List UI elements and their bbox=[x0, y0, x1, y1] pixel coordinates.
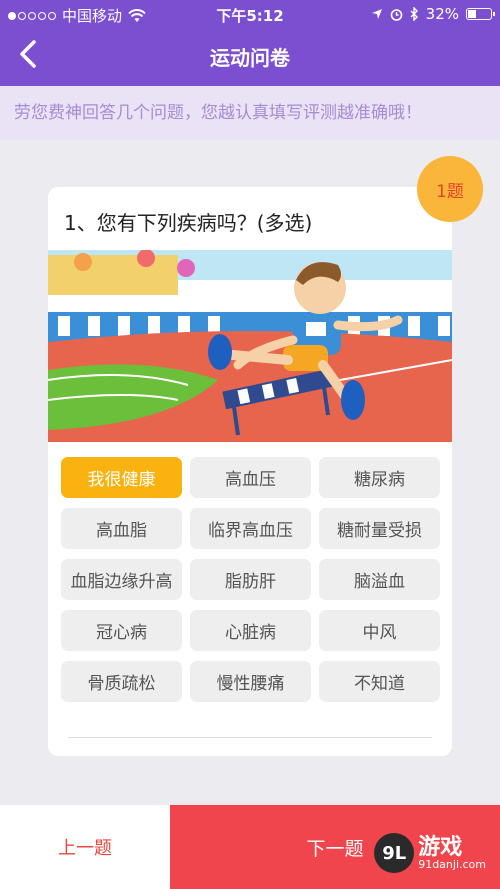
battery-percent: 32% bbox=[425, 5, 459, 23]
option-impaired-glucose-tolerance[interactable]: 糖耐量受损 bbox=[319, 508, 440, 549]
option-hypertension[interactable]: 高血压 bbox=[190, 457, 311, 498]
header: 中国移动 下午5:12 32% 运动问卷 bbox=[0, 0, 500, 86]
nav-bar: 运动问卷 bbox=[0, 28, 500, 86]
option-cerebral-hemorrhage[interactable]: 脑溢血 bbox=[319, 559, 440, 600]
question-number-badge: 1题 bbox=[417, 156, 483, 222]
watermark-text: 游戏 bbox=[418, 834, 463, 860]
card-divider bbox=[68, 737, 432, 738]
page-title: 运动问卷 bbox=[210, 46, 290, 70]
location-icon bbox=[371, 9, 382, 19]
option-chronic-back-pain[interactable]: 慢性腰痛 bbox=[190, 661, 311, 702]
instruction-banner: 劳您费神回答几个问题，您越认真填写评测越准确哦！ bbox=[0, 86, 500, 140]
option-borderline-lipids[interactable]: 血脂边缘升高 bbox=[61, 559, 182, 600]
bluetooth-icon bbox=[410, 7, 418, 21]
prev-question-button[interactable]: 上一题 bbox=[0, 805, 170, 889]
battery-icon bbox=[466, 8, 495, 20]
hurdle-runner-illustration bbox=[48, 250, 452, 442]
option-fatty-liver[interactable]: 脂肪肝 bbox=[190, 559, 311, 600]
watermark-url: 91danji.com bbox=[418, 857, 486, 871]
question-title: 1、您有下列疾病吗？(多选) bbox=[64, 211, 313, 235]
option-stroke[interactable]: 中风 bbox=[319, 610, 440, 651]
option-unknown[interactable]: 不知道 bbox=[319, 661, 440, 702]
watermark-logo: 9L bbox=[374, 833, 415, 873]
option-heart-disease[interactable]: 心脏病 bbox=[190, 610, 311, 651]
option-diabetes[interactable]: 糖尿病 bbox=[319, 457, 440, 498]
question-card: 1、您有下列疾病吗？(多选) 我很健康 高血压 糖尿病 高血脂 临界高血压 糖耐… bbox=[48, 187, 452, 756]
option-grid: 我很健康 高血压 糖尿病 高血脂 临界高血压 糖耐量受损 血脂边缘升高 脂肪肝 … bbox=[61, 457, 441, 702]
site-watermark: 9L 游戏 91danji.com bbox=[374, 833, 486, 873]
option-hyperlipidemia[interactable]: 高血脂 bbox=[61, 508, 182, 549]
option-coronary-heart-disease[interactable]: 冠心病 bbox=[61, 610, 182, 651]
option-borderline-hypertension[interactable]: 临界高血压 bbox=[190, 508, 311, 549]
alarm-icon bbox=[390, 8, 402, 21]
status-bar: 中国移动 下午5:12 32% bbox=[0, 0, 500, 28]
option-healthy[interactable]: 我很健康 bbox=[61, 457, 182, 498]
option-osteoporosis[interactable]: 骨质疏松 bbox=[61, 661, 182, 702]
